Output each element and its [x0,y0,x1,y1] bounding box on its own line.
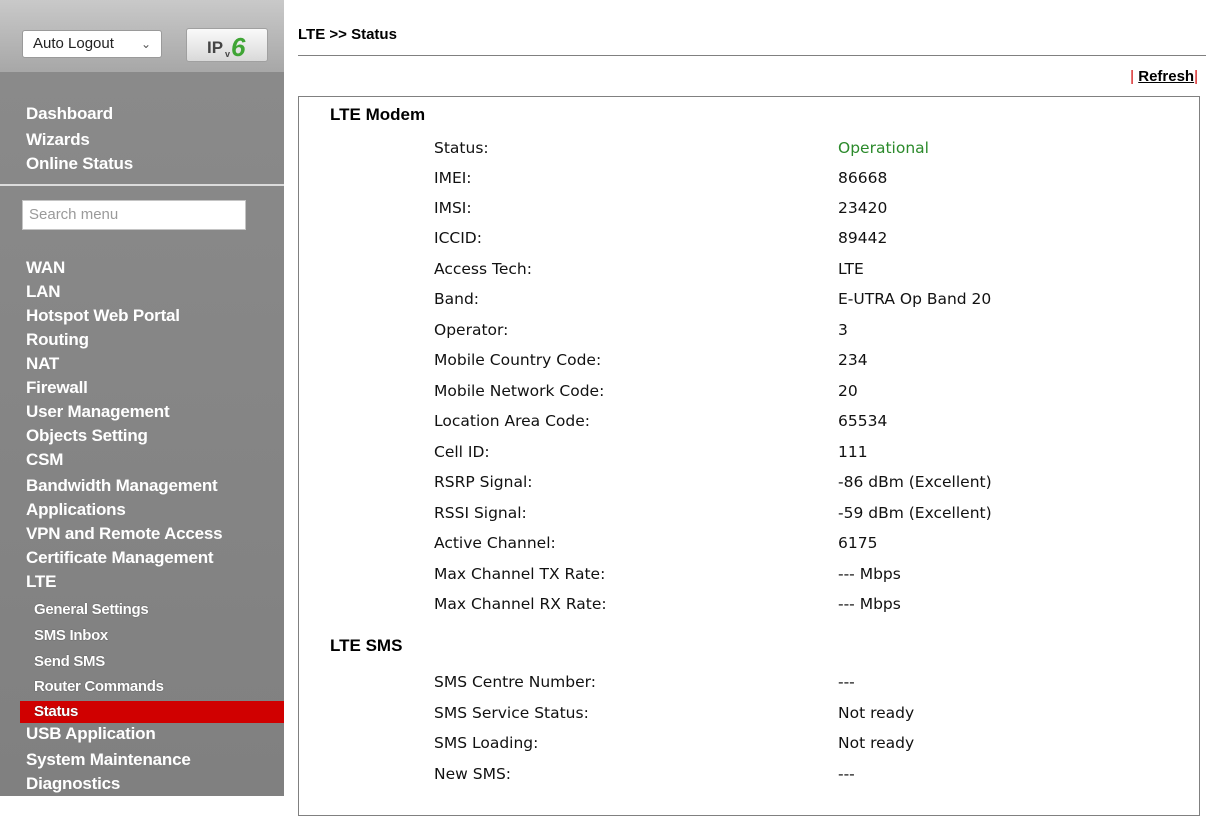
value-imei: 86668 [838,169,888,187]
svg-text:v: v [225,49,230,59]
value-active-channel: 6175 [838,534,878,552]
nav-bandwidth-management[interactable]: Bandwidth Management [26,476,218,496]
label-rsrp: RSRP Signal: [434,473,533,491]
nav-system-maintenance[interactable]: System Maintenance [26,750,191,770]
value-iccid: 89442 [838,229,888,247]
value-rsrp: -86 dBm (Excellent) [838,473,992,491]
label-max-tx-rate: Max Channel TX Rate: [434,565,606,583]
nav-wan[interactable]: WAN [26,258,65,278]
svg-text:IP: IP [207,38,223,57]
nav-applications[interactable]: Applications [26,500,126,520]
value-band: E-UTRA Op Band 20 [838,290,992,308]
value-lac: 65534 [838,412,888,430]
auto-logout-select[interactable]: Auto Logout ⌄ [22,30,162,58]
value-sms-loading: Not ready [838,734,915,752]
nav-objects-setting[interactable]: Objects Setting [26,426,148,446]
ipv6-logo-icon[interactable]: IP v 6 [186,28,268,62]
search-input[interactable]: Search menu [22,200,246,230]
label-imei: IMEI: [434,169,472,187]
nav-lte-status[interactable]: Status [20,701,284,723]
value-sms-centre-number: --- [838,673,855,691]
page-title: LTE >> Status [298,26,397,43]
nav-dashboard[interactable]: Dashboard [26,104,113,124]
sidebar-divider [0,184,284,186]
refresh-link[interactable]: Refresh [1138,68,1194,85]
section-title-lte-sms: LTE SMS [330,636,403,655]
label-imsi: IMSI: [434,199,472,217]
section-title-lte-modem: LTE Modem [330,105,426,124]
value-cell-id: 111 [838,443,868,461]
label-lac: Location Area Code: [434,412,590,430]
value-mnc: 20 [838,382,858,400]
nav-lte[interactable]: LTE [26,572,56,592]
value-status: Operational [838,139,929,157]
nav-wizards[interactable]: Wizards [26,130,90,150]
label-mcc: Mobile Country Code: [434,351,602,369]
nav-lte-router-commands[interactable]: Router Commands [34,678,164,696]
value-imsi: 23420 [838,199,888,217]
refresh-control: | Refresh| [1130,68,1198,85]
nav-routing[interactable]: Routing [26,330,89,350]
nav-diagnostics[interactable]: Diagnostics [26,774,120,794]
label-sms-centre-number: SMS Centre Number: [434,673,596,691]
nav-lte-general-settings[interactable]: General Settings [34,601,149,619]
nav-hotspot-web-portal[interactable]: Hotspot Web Portal [26,306,180,326]
label-band: Band: [434,290,480,308]
chevron-down-icon: ⌄ [140,37,151,51]
label-status: Status: [434,139,489,157]
value-sms-service-status: Not ready [838,704,915,722]
value-access-tech: LTE [838,260,864,278]
nav-vpn-remote-access[interactable]: VPN and Remote Access [26,524,223,544]
svg-text:6: 6 [231,32,246,62]
value-mcc: 234 [838,351,868,369]
nav-csm[interactable]: CSM [26,450,63,470]
nav-lte-send-sms[interactable]: Send SMS [34,653,105,671]
value-max-rx-rate: --- Mbps [838,595,901,613]
label-sms-service-status: SMS Service Status: [434,704,589,722]
label-active-channel: Active Channel: [434,534,556,552]
label-access-tech: Access Tech: [434,260,532,278]
label-rssi: RSSI Signal: [434,504,527,522]
sidebar: Auto Logout ⌄ IP v 6 Dashboard Wizards O… [0,0,284,796]
nav-user-management[interactable]: User Management [26,402,170,422]
nav-usb-application[interactable]: USB Application [26,724,156,744]
label-iccid: ICCID: [434,229,482,247]
label-operator: Operator: [434,321,509,339]
label-cell-id: Cell ID: [434,443,490,461]
label-sms-loading: SMS Loading: [434,734,539,752]
title-divider [298,55,1206,56]
auto-logout-label: Auto Logout [33,35,114,52]
pipe-separator: | [1130,68,1135,85]
label-max-rx-rate: Max Channel RX Rate: [434,595,607,613]
label-new-sms: New SMS: [434,765,512,783]
value-new-sms: --- [838,765,855,783]
nav-firewall[interactable]: Firewall [26,378,88,398]
value-max-tx-rate: --- Mbps [838,565,901,583]
nav-certificate-management[interactable]: Certificate Management [26,548,214,568]
value-operator: 3 [838,321,848,339]
nav-lan[interactable]: LAN [26,282,61,302]
label-mnc: Mobile Network Code: [434,382,605,400]
nav-nat[interactable]: NAT [26,354,59,374]
nav-lte-sms-inbox[interactable]: SMS Inbox [34,627,108,645]
pipe-separator: | [1194,68,1198,85]
value-rssi: -59 dBm (Excellent) [838,504,992,522]
nav-online-status[interactable]: Online Status [26,154,133,174]
